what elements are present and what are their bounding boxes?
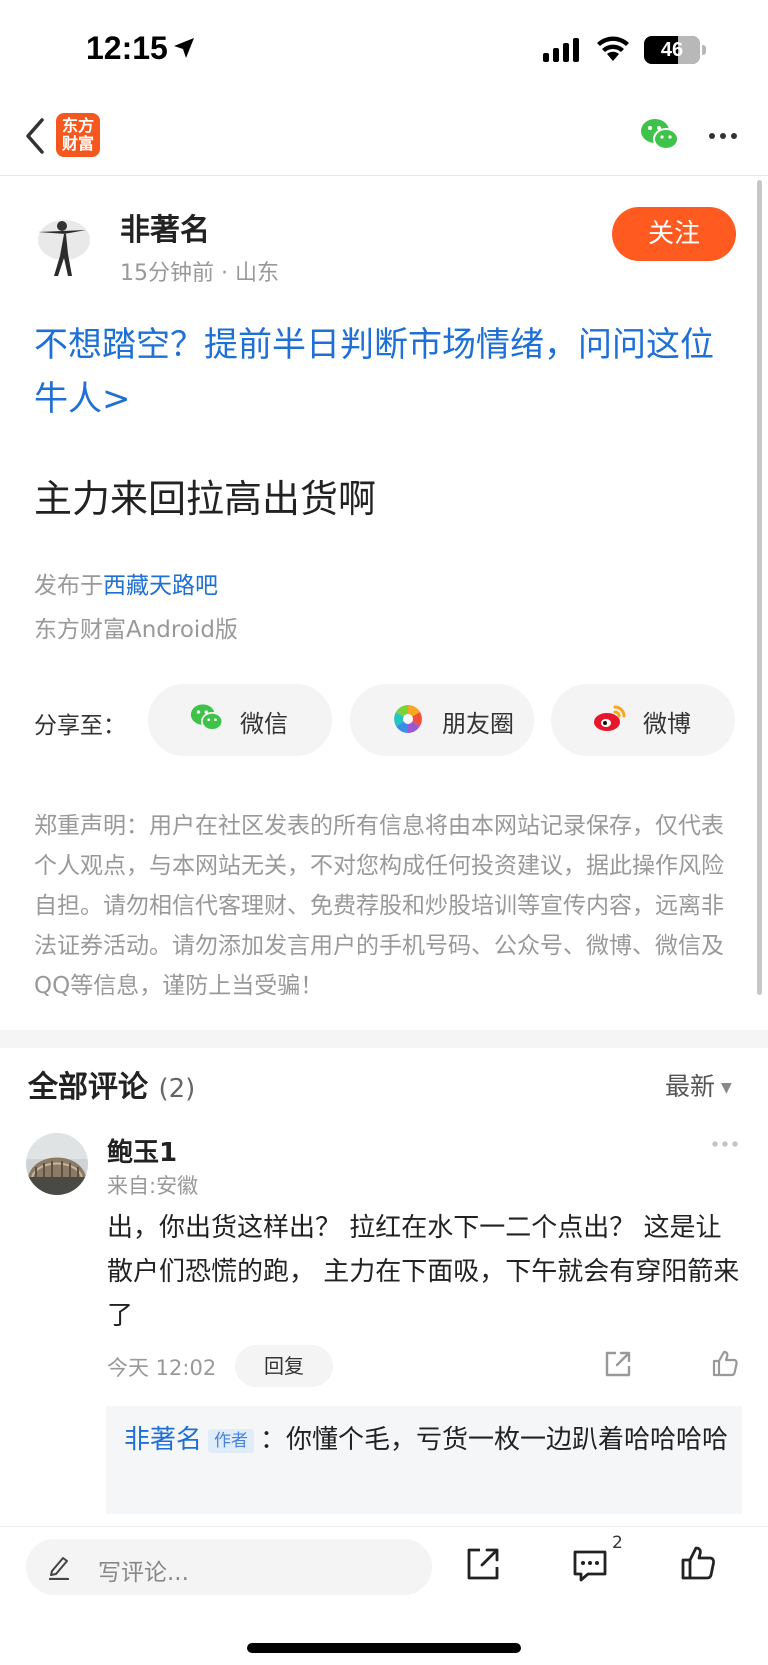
app-logo[interactable]: 东方 财富 — [56, 113, 100, 157]
share-weibo-label: 微博 — [643, 710, 691, 738]
share-moments-label: 朋友圈 — [442, 710, 514, 738]
back-icon[interactable] — [22, 116, 46, 156]
author-name[interactable]: 非著名 — [120, 205, 210, 249]
more-options-icon[interactable] — [708, 132, 738, 140]
wechat-icon — [190, 704, 224, 731]
wifi-icon — [597, 36, 629, 61]
wechat-share-icon[interactable] — [640, 118, 680, 152]
battery-level: 46 — [660, 39, 684, 61]
moments-icon — [394, 705, 422, 733]
section-divider — [0, 1030, 768, 1048]
comment-location: 来自:安徽 — [107, 1174, 199, 1198]
comment-avatar[interactable] — [26, 1133, 88, 1195]
battery-icon: 46 — [644, 36, 700, 64]
disclaimer: 郑重声明：用户在社区发表的所有信息将由本网站记录保存，仅代表个人观点，与本网站无… — [34, 813, 724, 999]
client-info: 东方财富Android版 — [34, 617, 238, 643]
comment-placeholder: 写评论... — [98, 1560, 189, 1586]
status-time: 12:15 — [86, 30, 168, 66]
scrollbar[interactable] — [757, 180, 762, 995]
comment-count-badge: 2 — [612, 1533, 623, 1553]
comment-body: 出，你出货这样出？ 拉红在水下一二个点出？ 这是让散户们恐慌的跑， 主力在下面吸… — [107, 1213, 740, 1331]
post-meta: 15分钟前 · 山东 — [120, 261, 279, 286]
post-title: 主力来回拉高出货啊 — [34, 477, 377, 521]
share-weibo-button[interactable]: 微博 — [551, 684, 735, 756]
comment-share-icon[interactable] — [604, 1350, 632, 1378]
comment-author[interactable]: 鲍玉1 — [107, 1132, 177, 1169]
reply-text: 非著名 作者 ：你懂个毛，亏货一枚一边趴着哈哈哈哈 — [124, 1425, 729, 1455]
bottom-bar: 写评论... 2 — [0, 1526, 768, 1665]
comments-count: (2) — [158, 1074, 196, 1104]
cellular-signal-icon — [543, 38, 579, 62]
reply-box: 非著名 作者 ：你懂个毛，亏货一枚一边趴着哈哈哈哈 — [106, 1406, 742, 1514]
share-icon[interactable] — [466, 1547, 500, 1581]
home-indicator — [247, 1643, 521, 1653]
comment-like-icon[interactable] — [711, 1349, 739, 1377]
forum-link[interactable]: 西藏天路吧 — [103, 573, 218, 599]
promo-link[interactable]: 不想踏空？提前半日判断市场情绪，问问这位牛人> — [34, 318, 738, 426]
location-arrow-icon — [174, 38, 194, 58]
share-wechat-label: 微信 — [240, 710, 288, 738]
share-moments-button[interactable]: 朋友圈 — [350, 684, 534, 756]
follow-button[interactable]: 关注 — [612, 207, 736, 261]
status-bar: 12:15 46 — [0, 0, 768, 100]
reply-button[interactable]: 回复 — [235, 1345, 333, 1387]
comment-input[interactable]: 写评论... — [26, 1539, 432, 1595]
reply-content: 你懂个毛，亏货一枚一边趴着哈哈哈哈 — [286, 1425, 729, 1455]
share-wechat-button[interactable]: 微信 — [148, 684, 332, 756]
weibo-icon — [594, 705, 626, 731]
pen-icon — [48, 1557, 70, 1580]
caret-down-icon: ▼ — [721, 1080, 732, 1096]
author-avatar[interactable] — [34, 210, 94, 280]
author-badge: 作者 — [208, 1428, 255, 1453]
comments-title: 全部评论 (2) — [28, 1070, 196, 1105]
comment-more-icon[interactable] — [712, 1140, 738, 1148]
sort-select[interactable]: 最新 ▼ — [665, 1067, 732, 1103]
like-icon[interactable] — [680, 1545, 716, 1581]
comment-time: 今天 12:02 — [107, 1356, 217, 1380]
reply-author[interactable]: 非著名 — [124, 1425, 202, 1455]
published-in: 发布于西藏天路吧 — [34, 573, 218, 599]
share-label: 分享至： — [34, 713, 126, 739]
comment-icon[interactable] — [572, 1549, 608, 1583]
